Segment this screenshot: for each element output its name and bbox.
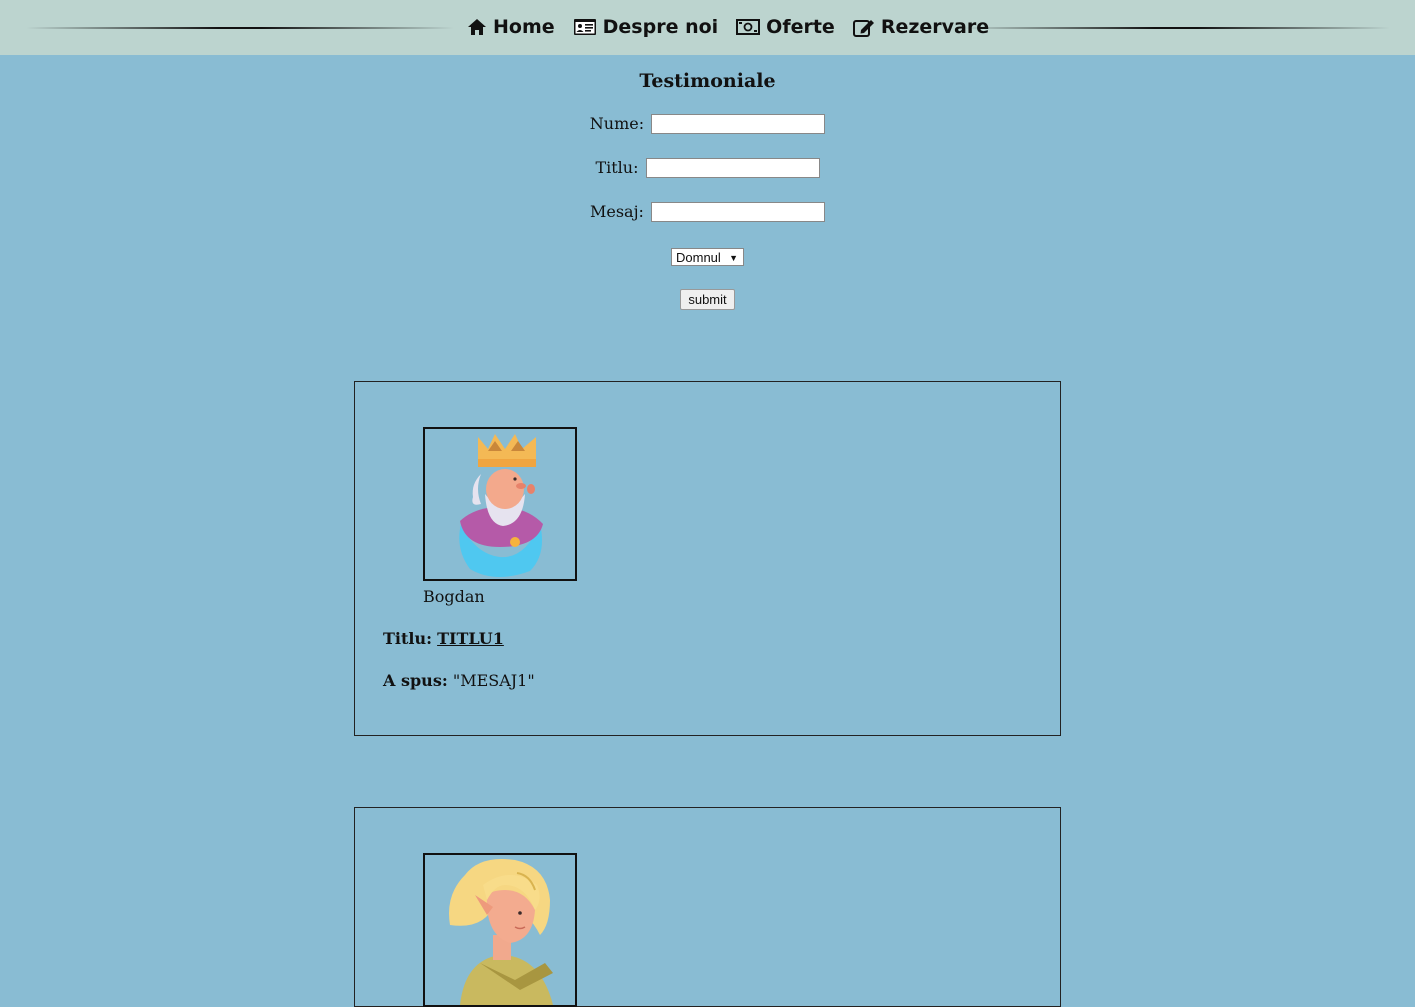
testimonial-card	[354, 807, 1061, 1007]
nav-divider-left	[26, 27, 454, 29]
nav-menu: Home Despre noi Oferte Rezervare	[467, 13, 989, 41]
page-title: Testimoniale	[639, 70, 776, 92]
message-row: Mesaj:	[0, 201, 1415, 222]
dropdown-arrow-icon: ▼	[729, 253, 738, 263]
nav-despre-noi[interactable]: Despre noi	[573, 16, 719, 38]
name-row: Nume:	[0, 113, 1415, 134]
name-label: Nume:	[589, 114, 645, 133]
id-card-icon	[573, 18, 597, 36]
testimonial-message-label: A spus:	[383, 671, 448, 690]
edit-icon	[852, 17, 875, 37]
nav-divider-right	[962, 27, 1390, 29]
testimonial-message-value: "MESAJ1"	[452, 671, 535, 690]
testimonial-card: Bogdan Titlu: TITLU1 A spus: "MESAJ1"	[354, 381, 1061, 736]
testimonial-title-value: TITLU1	[437, 629, 504, 648]
message-label: Mesaj:	[589, 202, 644, 221]
name-input[interactable]	[651, 113, 826, 134]
king-avatar	[423, 427, 577, 581]
home-icon	[467, 18, 487, 36]
submit-button[interactable]: submit	[680, 289, 735, 310]
salutation-selected-value: Domnul	[676, 250, 721, 265]
title-input[interactable]	[645, 157, 820, 178]
submit-row: submit	[0, 289, 1415, 310]
testimonial-author: Bogdan	[423, 587, 485, 606]
message-input[interactable]	[651, 201, 826, 222]
title-row: Titlu:	[0, 157, 1415, 178]
nav-despre-noi-label: Despre noi	[602, 16, 719, 38]
top-navigation: Home Despre noi Oferte Rezervare	[0, 0, 1415, 55]
testimonial-title-line: Titlu: TITLU1	[383, 629, 504, 648]
title-label: Titlu:	[595, 158, 639, 177]
testimonial-message-line: A spus: "MESAJ1"	[383, 671, 535, 690]
elf-avatar	[423, 853, 577, 1007]
nav-oferte-label: Oferte	[766, 16, 835, 38]
money-icon	[736, 19, 761, 35]
nav-home[interactable]: Home	[467, 16, 555, 38]
nav-oferte[interactable]: Oferte	[736, 16, 835, 38]
testimonial-title-label: Titlu:	[383, 629, 432, 648]
salutation-row: Domnul ▼	[0, 247, 1415, 266]
salutation-select[interactable]: Domnul ▼	[671, 248, 744, 266]
nav-home-label: Home	[493, 16, 555, 38]
